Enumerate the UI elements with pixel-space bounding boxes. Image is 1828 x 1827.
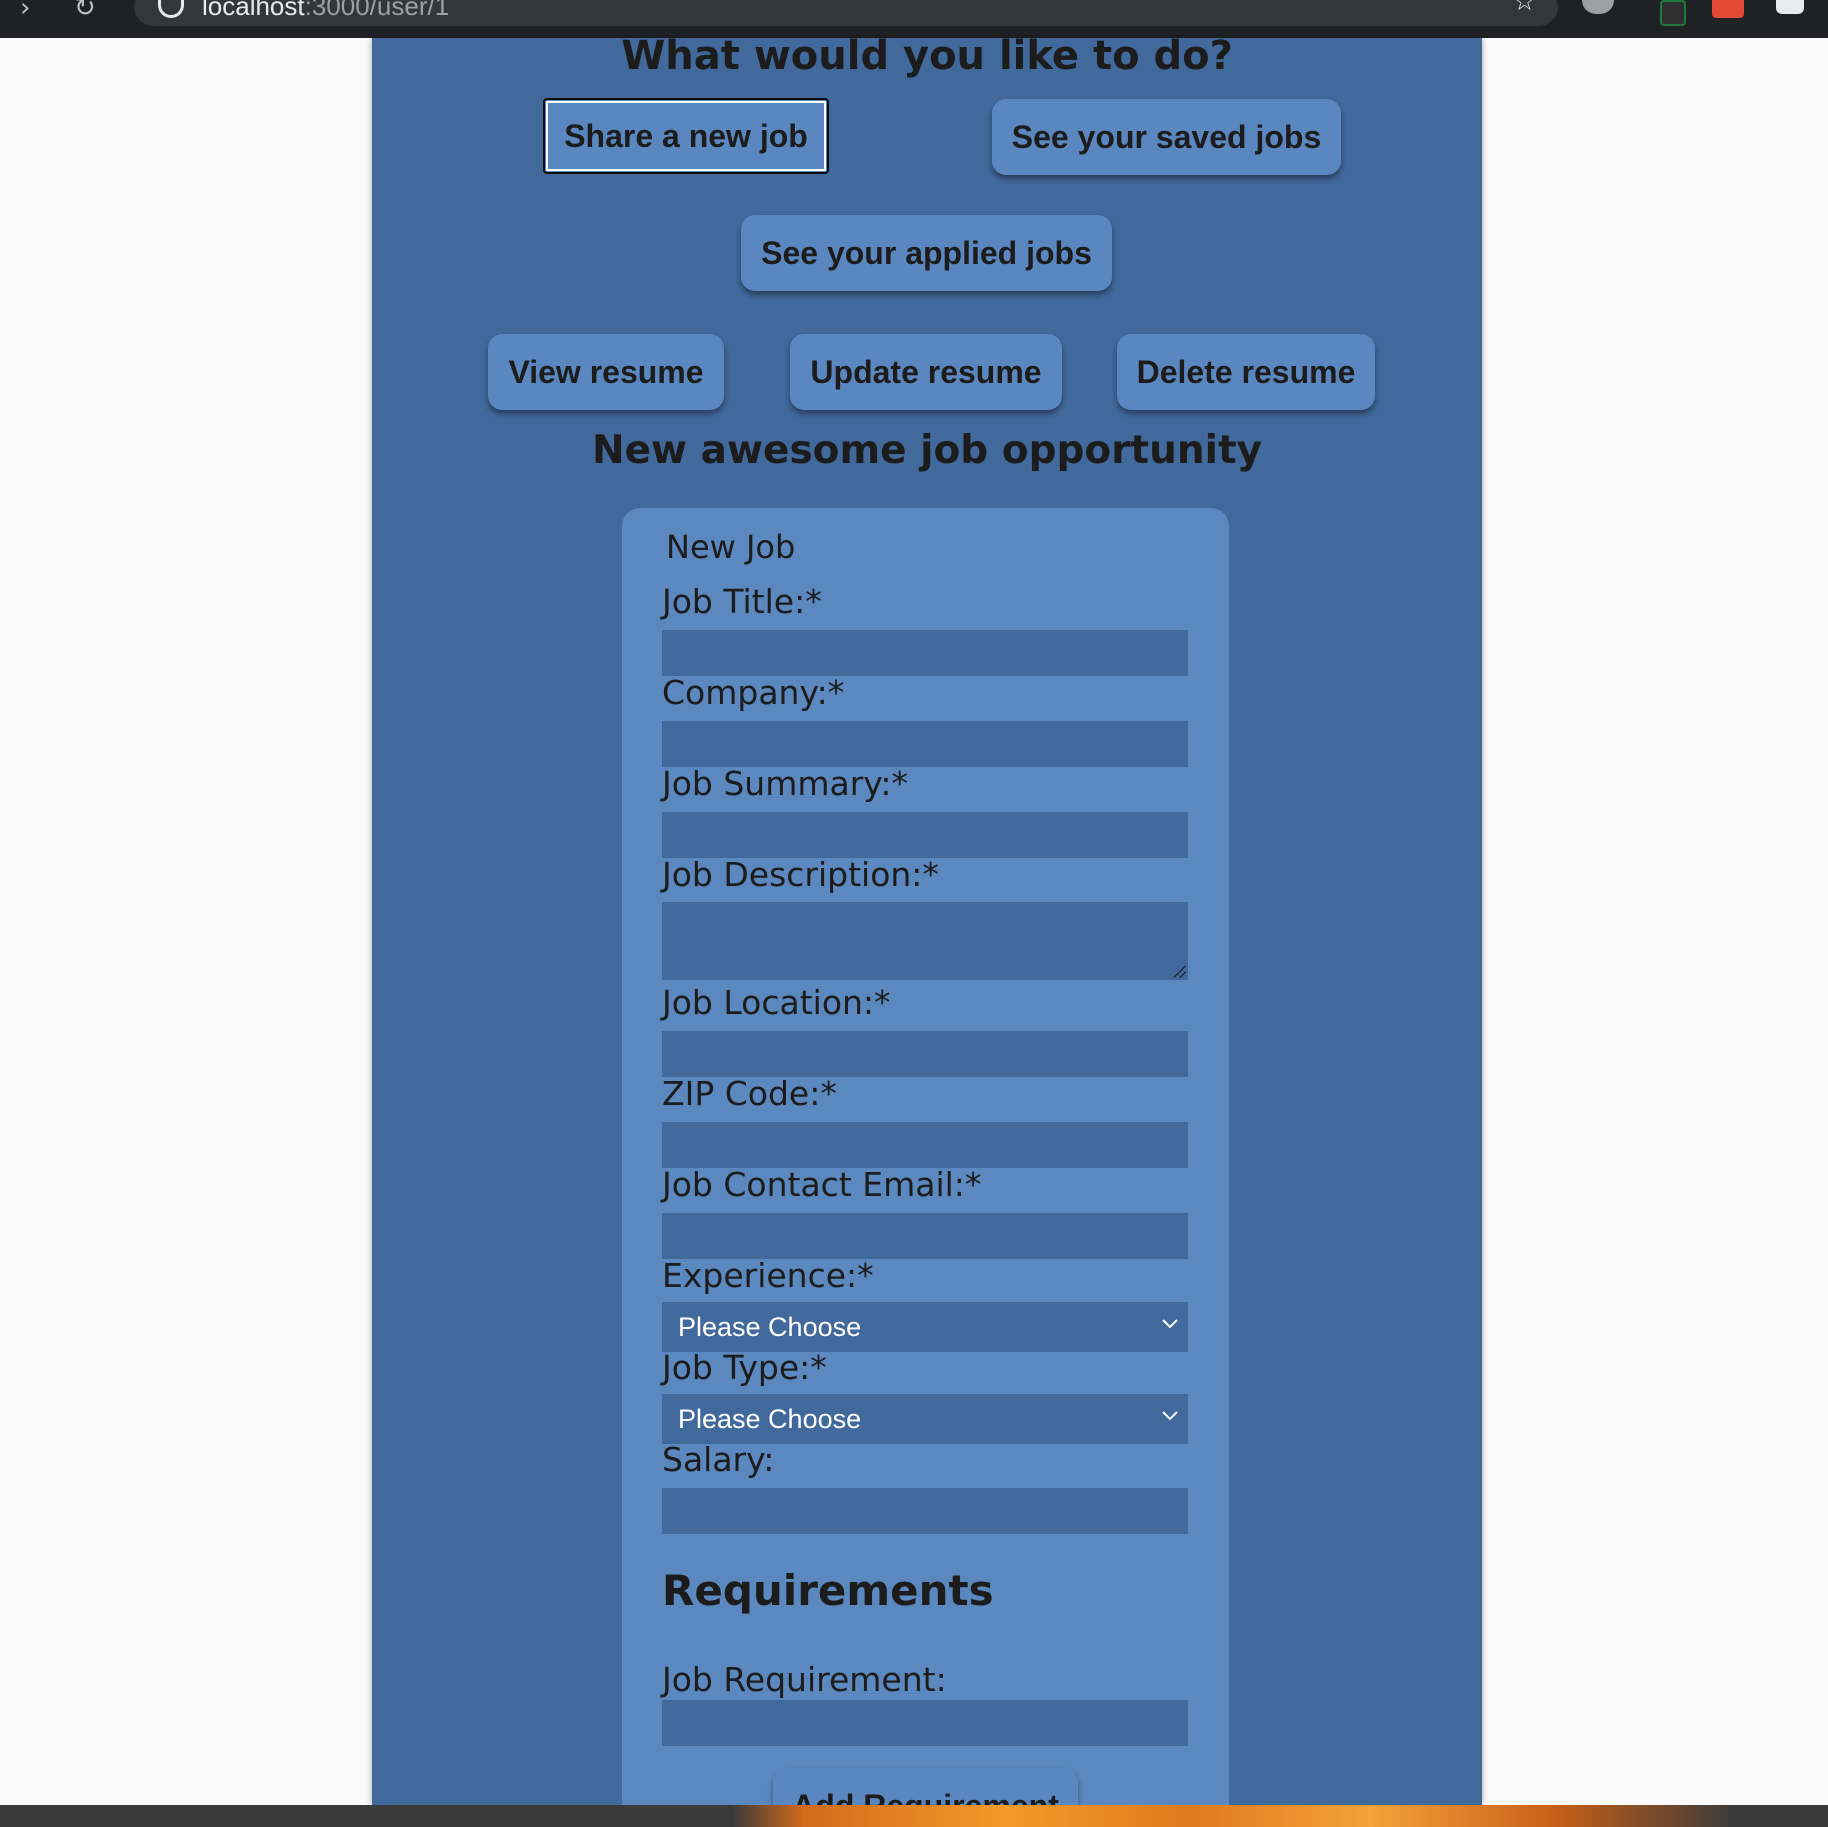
resize-handle-icon[interactable] <box>1174 966 1186 978</box>
job-title-input[interactable] <box>662 630 1188 676</box>
salary-label: Salary: <box>662 1440 775 1479</box>
site-info-icon[interactable] <box>158 0 184 18</box>
zip-code-input[interactable] <box>662 1122 1188 1168</box>
job-location-label: Job Location:* <box>662 983 891 1022</box>
extension-icon[interactable] <box>1582 0 1614 14</box>
job-requirement-input[interactable] <box>662 1700 1188 1746</box>
job-description-label: Job Description:* <box>662 855 939 894</box>
page-content: What would you like to do? Share a new j… <box>372 33 1482 1827</box>
job-summary-label: Job Summary:* <box>662 764 909 803</box>
extensions-puzzle-icon[interactable] <box>1776 0 1804 14</box>
extension-icon[interactable] <box>1660 0 1686 26</box>
update-resume-button[interactable]: Update resume <box>790 334 1062 410</box>
job-type-label: Job Type:* <box>662 1348 827 1387</box>
job-description-textarea[interactable] <box>662 902 1188 980</box>
zip-code-label: ZIP Code:* <box>662 1074 837 1113</box>
new-job-form: New Job Job Title:* Company:* Job Summar… <box>622 508 1229 1827</box>
contact-email-label: Job Contact Email:* <box>662 1165 982 1204</box>
contact-email-input[interactable] <box>662 1213 1188 1259</box>
experience-label: Experience:* <box>662 1256 874 1295</box>
url-text: localhost:3000/user/1 <box>202 0 450 21</box>
applied-jobs-button[interactable]: See your applied jobs <box>741 215 1112 291</box>
view-resume-button[interactable]: View resume <box>488 334 724 410</box>
job-requirement-label: Job Requirement: <box>662 1660 947 1699</box>
experience-select[interactable]: Please Choose <box>662 1302 1188 1352</box>
company-input[interactable] <box>662 721 1188 767</box>
address-bar[interactable]: localhost:3000/user/1 ☆ <box>134 0 1558 26</box>
section-title: New awesome job opportunity <box>591 428 1263 473</box>
share-new-job-button[interactable]: Share a new job <box>543 98 829 174</box>
experience-selected-value: Please Choose <box>678 1311 862 1342</box>
forward-icon[interactable]: › <box>20 0 30 21</box>
reload-icon[interactable]: ↻ <box>74 0 96 21</box>
job-type-selected-value: Please Choose <box>678 1403 862 1434</box>
page-heading: What would you like to do? <box>621 33 1233 79</box>
job-type-select[interactable]: Please Choose <box>662 1394 1188 1444</box>
salary-input[interactable] <box>662 1488 1188 1534</box>
chevron-down-icon <box>1158 1311 1182 1335</box>
delete-resume-button[interactable]: Delete resume <box>1117 334 1375 410</box>
job-summary-input[interactable] <box>662 812 1188 858</box>
form-legend: New Job <box>666 528 796 566</box>
company-label: Company:* <box>662 673 845 712</box>
requirements-heading: Requirements <box>662 1566 994 1615</box>
job-location-input[interactable] <box>662 1031 1188 1077</box>
extension-icon[interactable] <box>1712 0 1744 18</box>
saved-jobs-button[interactable]: See your saved jobs <box>992 99 1341 175</box>
chevron-down-icon <box>1158 1403 1182 1427</box>
bookmark-star-icon[interactable]: ☆ <box>1513 0 1536 15</box>
desktop-taskbar <box>0 1805 1828 1827</box>
job-title-label: Job Title:* <box>662 582 822 621</box>
